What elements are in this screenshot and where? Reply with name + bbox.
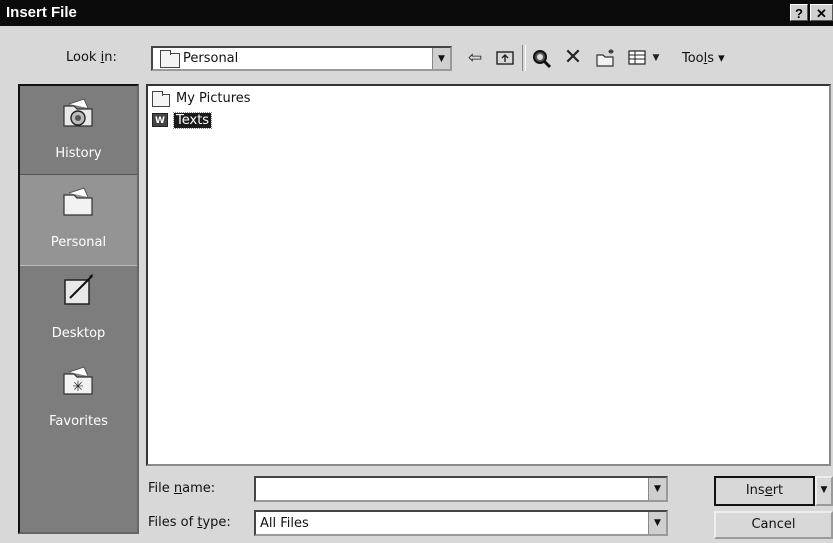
insert-dropdown-button[interactable]: ▼ (815, 476, 833, 506)
file-name: Texts (172, 112, 213, 129)
delete-icon[interactable]: ✕ (562, 47, 584, 69)
cancel-button[interactable]: Cancel (714, 511, 833, 539)
views-dropdown-icon[interactable]: ▼ (650, 48, 662, 68)
chevron-down-icon[interactable]: ▼ (432, 48, 450, 69)
help-button[interactable]: ? (790, 4, 808, 21)
desktop-icon (64, 274, 93, 305)
views-icon[interactable] (626, 48, 648, 71)
place-label: Favorites (49, 414, 108, 429)
place-personal[interactable]: Personal (20, 174, 137, 266)
look-in-combo[interactable]: Personal ▼ (151, 46, 452, 71)
word-document-icon: W (152, 113, 168, 127)
close-button[interactable]: ✕ (810, 4, 833, 21)
folder-icon (160, 50, 180, 68)
look-in-label: Look in: (66, 50, 117, 65)
file-type-value: All Files (260, 516, 309, 531)
file-name: My Pictures (176, 91, 251, 106)
place-label: Personal (50, 235, 107, 250)
folder-icon (152, 91, 170, 107)
look-in-value: Personal (183, 51, 239, 66)
chevron-down-icon[interactable]: ▼ (648, 478, 666, 500)
personal-folder-icon (63, 187, 93, 216)
place-label: History (55, 146, 102, 161)
file-type-label: Files of type: (148, 515, 231, 530)
tools-menu[interactable]: Tools ▾ (682, 51, 725, 66)
toolbar-separator (522, 45, 526, 71)
window-title: Insert File (6, 4, 77, 21)
file-name-label: File name: (148, 481, 216, 496)
chevron-down-icon[interactable]: ▼ (648, 512, 666, 534)
file-type-select[interactable]: All Files ▼ (254, 510, 668, 536)
places-bar: History Personal Desktop ✳ Favorites (18, 84, 139, 534)
svg-text:✳: ✳ (72, 379, 84, 395)
file-name-input[interactable]: ▼ (254, 476, 668, 502)
place-favorites[interactable]: ✳ Favorites (20, 354, 137, 444)
insert-button[interactable]: Insert (714, 476, 815, 506)
insert-file-dialog: Insert File ? ✕ Look in: Personal ▼ ⇦ ✕ … (0, 0, 833, 543)
favorites-icon: ✳ (63, 366, 93, 395)
new-folder-icon[interactable] (594, 48, 618, 73)
up-folder-icon[interactable] (494, 48, 516, 71)
history-icon (63, 98, 93, 127)
search-web-icon[interactable] (530, 48, 554, 73)
place-label: Desktop (51, 326, 106, 341)
title-bar: Insert File ? ✕ (0, 0, 833, 26)
place-desktop[interactable]: Desktop (20, 264, 137, 354)
file-list[interactable]: My Pictures W Texts (146, 84, 831, 466)
back-icon[interactable]: ⇦ (464, 48, 486, 68)
place-history[interactable]: History (20, 86, 137, 176)
